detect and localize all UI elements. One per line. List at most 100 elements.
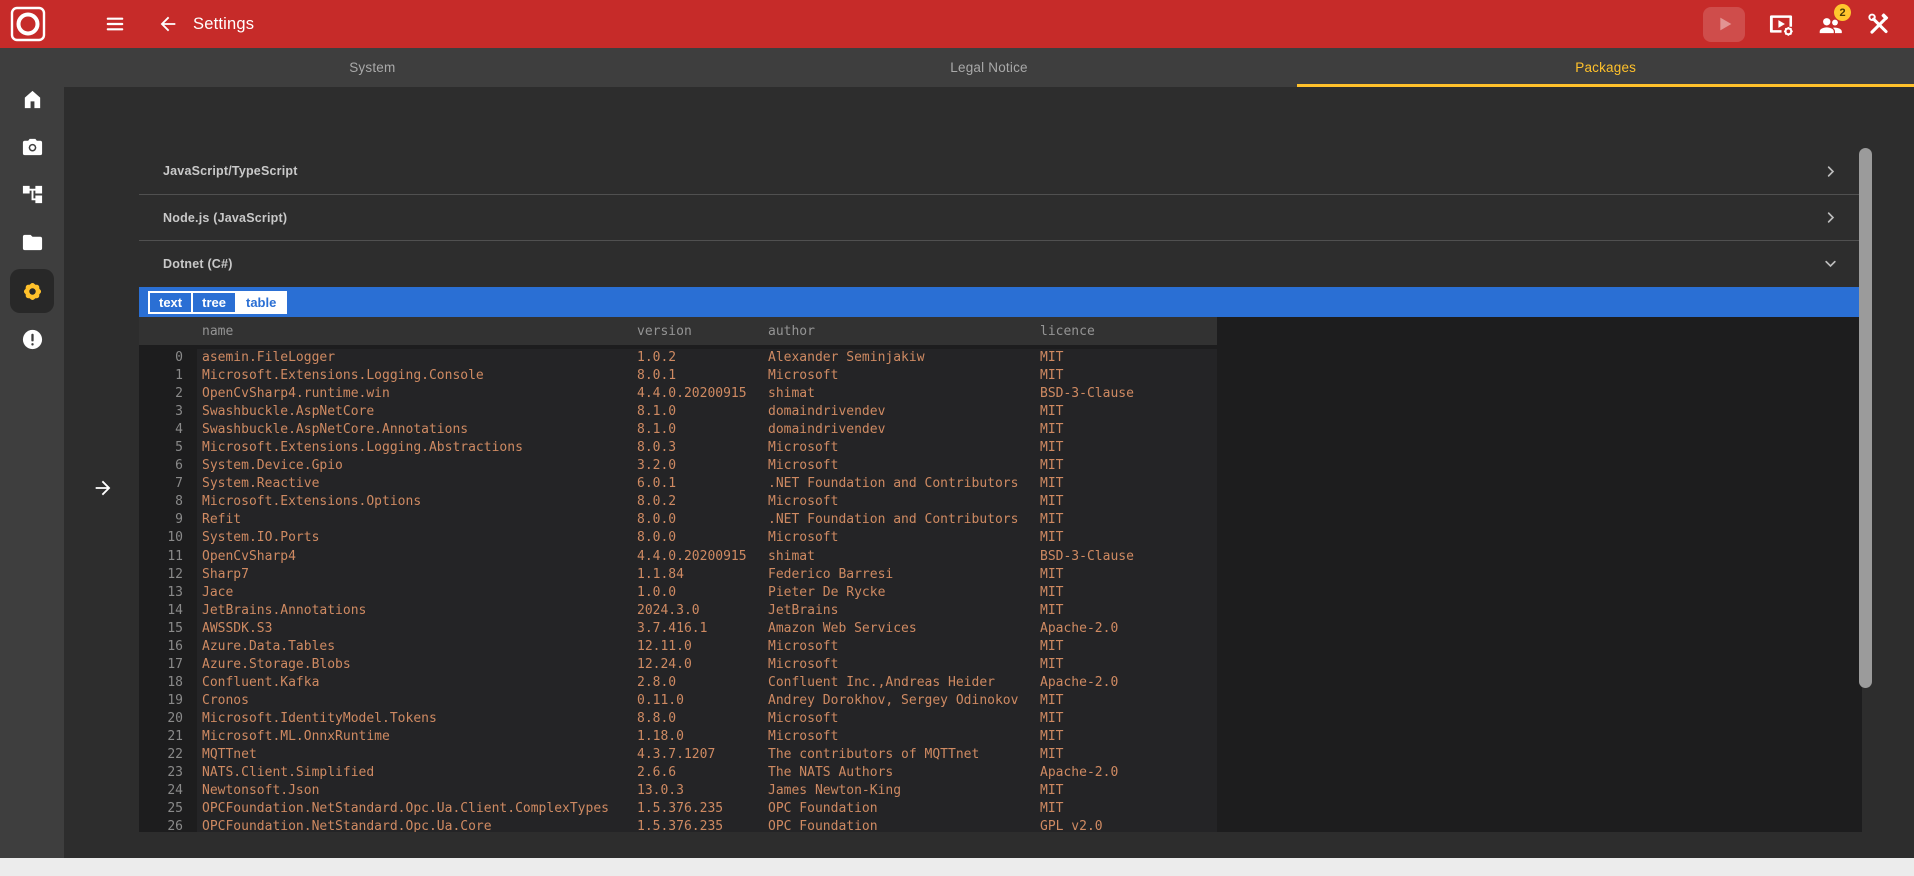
sidebar-item-camera[interactable] bbox=[10, 124, 54, 168]
row-index: 2 bbox=[175, 386, 183, 402]
cell-licence: MIT bbox=[1040, 458, 1064, 474]
row-index: 15 bbox=[167, 620, 183, 636]
construction-tools-icon[interactable] bbox=[1866, 11, 1892, 37]
cell-licence: MIT bbox=[1040, 692, 1064, 708]
tab-legal-notice[interactable]: Legal Notice bbox=[681, 48, 1298, 87]
expand-right-arrow-icon[interactable] bbox=[90, 476, 116, 500]
table-row: 14 JetBrains.Annotations 2024.3.0 JetBra… bbox=[139, 601, 1862, 620]
cell-licence: Apache-2.0 bbox=[1040, 674, 1119, 690]
sidebar-item-flow[interactable] bbox=[10, 172, 54, 216]
view-toggle-table[interactable]: table bbox=[234, 290, 288, 314]
table-row: 19 Cronos 0.11.0 Andrey Dorokhov, Sergey… bbox=[139, 691, 1862, 710]
column-header-author: author bbox=[768, 323, 815, 339]
cell-author: Microsoft bbox=[768, 368, 839, 384]
row-index: 12 bbox=[167, 566, 183, 582]
cell-version: 8.0.0 bbox=[637, 512, 677, 528]
cell-version: 1.1.84 bbox=[637, 566, 684, 582]
cell-version: 2024.3.0 bbox=[637, 602, 700, 618]
row-data: OPCFoundation.NetStandard.Opc.Ua.Core 1.… bbox=[197, 818, 1217, 832]
cell-licence: MIT bbox=[1040, 350, 1064, 365]
cell-author: shimat bbox=[768, 386, 815, 402]
tab-system[interactable]: System bbox=[64, 48, 681, 87]
row-index: 22 bbox=[167, 747, 183, 763]
vertical-scrollbar-thumb[interactable] bbox=[1859, 148, 1872, 688]
sidebar-item-home[interactable] bbox=[10, 77, 54, 121]
row-data: Cronos 0.11.0 Andrey Dorokhov, Sergey Od… bbox=[197, 691, 1217, 710]
table-row: 4 Swashbuckle.AspNetCore.Annotations 8.1… bbox=[139, 421, 1862, 440]
cell-author: Microsoft bbox=[768, 728, 839, 744]
row-data: Azure.Data.Tables 12.11.0 Microsoft MIT bbox=[197, 637, 1217, 656]
cell-version: 12.24.0 bbox=[637, 656, 692, 672]
packages-table: name version author licence 0 asemin.Fil… bbox=[139, 317, 1862, 832]
panel-label: JavaScript/TypeScript bbox=[163, 164, 298, 178]
sidebar-item-files[interactable] bbox=[10, 220, 54, 264]
row-data: System.Reactive 6.0.1 .NET Foundation an… bbox=[197, 475, 1217, 494]
tab-packages[interactable]: Packages bbox=[1297, 48, 1914, 87]
panel-javascript-typescript[interactable]: JavaScript/TypeScript bbox=[139, 148, 1862, 194]
table-row: 15 AWSSDK.S3 3.7.416.1 Amazon Web Servic… bbox=[139, 619, 1862, 638]
cell-licence: MIT bbox=[1040, 783, 1064, 799]
panel-label: Node.js (JavaScript) bbox=[163, 210, 288, 225]
row-data: Confluent.Kafka 2.8.0 Confluent Inc.,And… bbox=[197, 673, 1217, 692]
cell-name: System.Device.Gpio bbox=[202, 458, 343, 474]
row-data: OPCFoundation.NetStandard.Opc.Ua.Client.… bbox=[197, 800, 1217, 819]
view-toggle-text[interactable]: text bbox=[148, 290, 194, 314]
row-index: 19 bbox=[167, 692, 183, 708]
sidebar-item-errors[interactable] bbox=[10, 317, 54, 361]
cell-author: .NET Foundation and Contributors bbox=[768, 476, 1019, 492]
cell-name: OPCFoundation.NetStandard.Opc.Ua.Client.… bbox=[202, 801, 609, 817]
row-data: Jace 1.0.0 Pieter De Rycke MIT bbox=[197, 583, 1217, 602]
cell-name: Microsoft.Extensions.Logging.Abstraction… bbox=[202, 440, 523, 456]
cell-licence: MIT bbox=[1040, 602, 1064, 618]
cell-version: 1.5.376.235 bbox=[637, 801, 724, 817]
page-title: Settings bbox=[193, 14, 255, 33]
cell-name: Confluent.Kafka bbox=[202, 674, 320, 690]
cell-name: System.IO.Ports bbox=[202, 530, 320, 546]
row-index: 10 bbox=[167, 530, 183, 546]
account-tree-icon bbox=[22, 185, 42, 203]
cell-author: Andrey Dorokhov, Sergey Odinokov bbox=[768, 692, 1019, 708]
panel-nodejs-javascript[interactable]: Node.js (JavaScript) bbox=[139, 194, 1862, 240]
panel-dotnet-csharp[interactable]: Dotnet (C#) bbox=[139, 240, 1862, 286]
sidebar-item-settings[interactable] bbox=[10, 269, 54, 313]
cell-name: Newtonsoft.Json bbox=[202, 783, 320, 799]
menu-icon[interactable] bbox=[104, 13, 126, 35]
table-row: 9 Refit 8.0.0 .NET Foundation and Contri… bbox=[139, 511, 1862, 530]
row-index: 6 bbox=[175, 458, 183, 474]
cell-name: OpenCvSharp4 bbox=[202, 548, 296, 564]
chevron-down-icon bbox=[1822, 256, 1838, 272]
users-icon[interactable]: 2 bbox=[1817, 4, 1851, 37]
cell-author: Confluent Inc.,Andreas Heider bbox=[768, 674, 995, 690]
cell-author: The contributors of MQTTnet bbox=[768, 747, 980, 763]
cell-name: Jace bbox=[202, 584, 234, 600]
bottom-edge-strip bbox=[0, 858, 1914, 876]
back-arrow-icon[interactable] bbox=[157, 13, 179, 35]
row-data: Microsoft.Extensions.Logging.Abstraction… bbox=[197, 439, 1217, 458]
table-row: 17 Azure.Storage.Blobs 12.24.0 Microsoft… bbox=[139, 655, 1862, 674]
cell-author: Pieter De Rycke bbox=[768, 584, 886, 600]
cell-name: MQTTnet bbox=[202, 747, 257, 763]
view-toggle-tree[interactable]: tree bbox=[191, 290, 237, 314]
cell-name: System.Reactive bbox=[202, 476, 320, 492]
cell-author: Amazon Web Services bbox=[768, 620, 917, 636]
cell-licence: MIT bbox=[1040, 656, 1064, 672]
table-row: 2 OpenCvSharp4.runtime.win 4.4.0.2020091… bbox=[139, 385, 1862, 404]
cell-author: Microsoft bbox=[768, 458, 839, 474]
row-data: JetBrains.Annotations 2024.3.0 JetBrains… bbox=[197, 601, 1217, 620]
cell-licence: MIT bbox=[1040, 801, 1064, 817]
table-row: 6 System.Device.Gpio 3.2.0 Microsoft MIT bbox=[139, 457, 1862, 476]
cell-version: 3.7.416.1 bbox=[637, 620, 708, 636]
cell-author: Microsoft bbox=[768, 440, 839, 456]
cell-name: Refit bbox=[202, 512, 242, 528]
play-button[interactable] bbox=[1703, 6, 1745, 42]
cell-licence: BSD-3-Clause bbox=[1040, 548, 1134, 564]
table-header: name version author licence bbox=[139, 317, 1217, 345]
cell-licence: MIT bbox=[1040, 440, 1064, 456]
table-row: 20 Microsoft.IdentityModel.Tokens 8.8.0 … bbox=[139, 709, 1862, 728]
row-data: MQTTnet 4.3.7.1207 The contributors of M… bbox=[197, 746, 1217, 765]
table-row: 11 OpenCvSharp4 4.4.0.20200915 shimat BS… bbox=[139, 547, 1862, 566]
row-data: System.Device.Gpio 3.2.0 Microsoft MIT bbox=[197, 457, 1217, 476]
users-badge: 2 bbox=[1834, 4, 1851, 21]
cell-author: James Newton-King bbox=[768, 783, 902, 799]
video-settings-icon[interactable] bbox=[1768, 11, 1794, 37]
